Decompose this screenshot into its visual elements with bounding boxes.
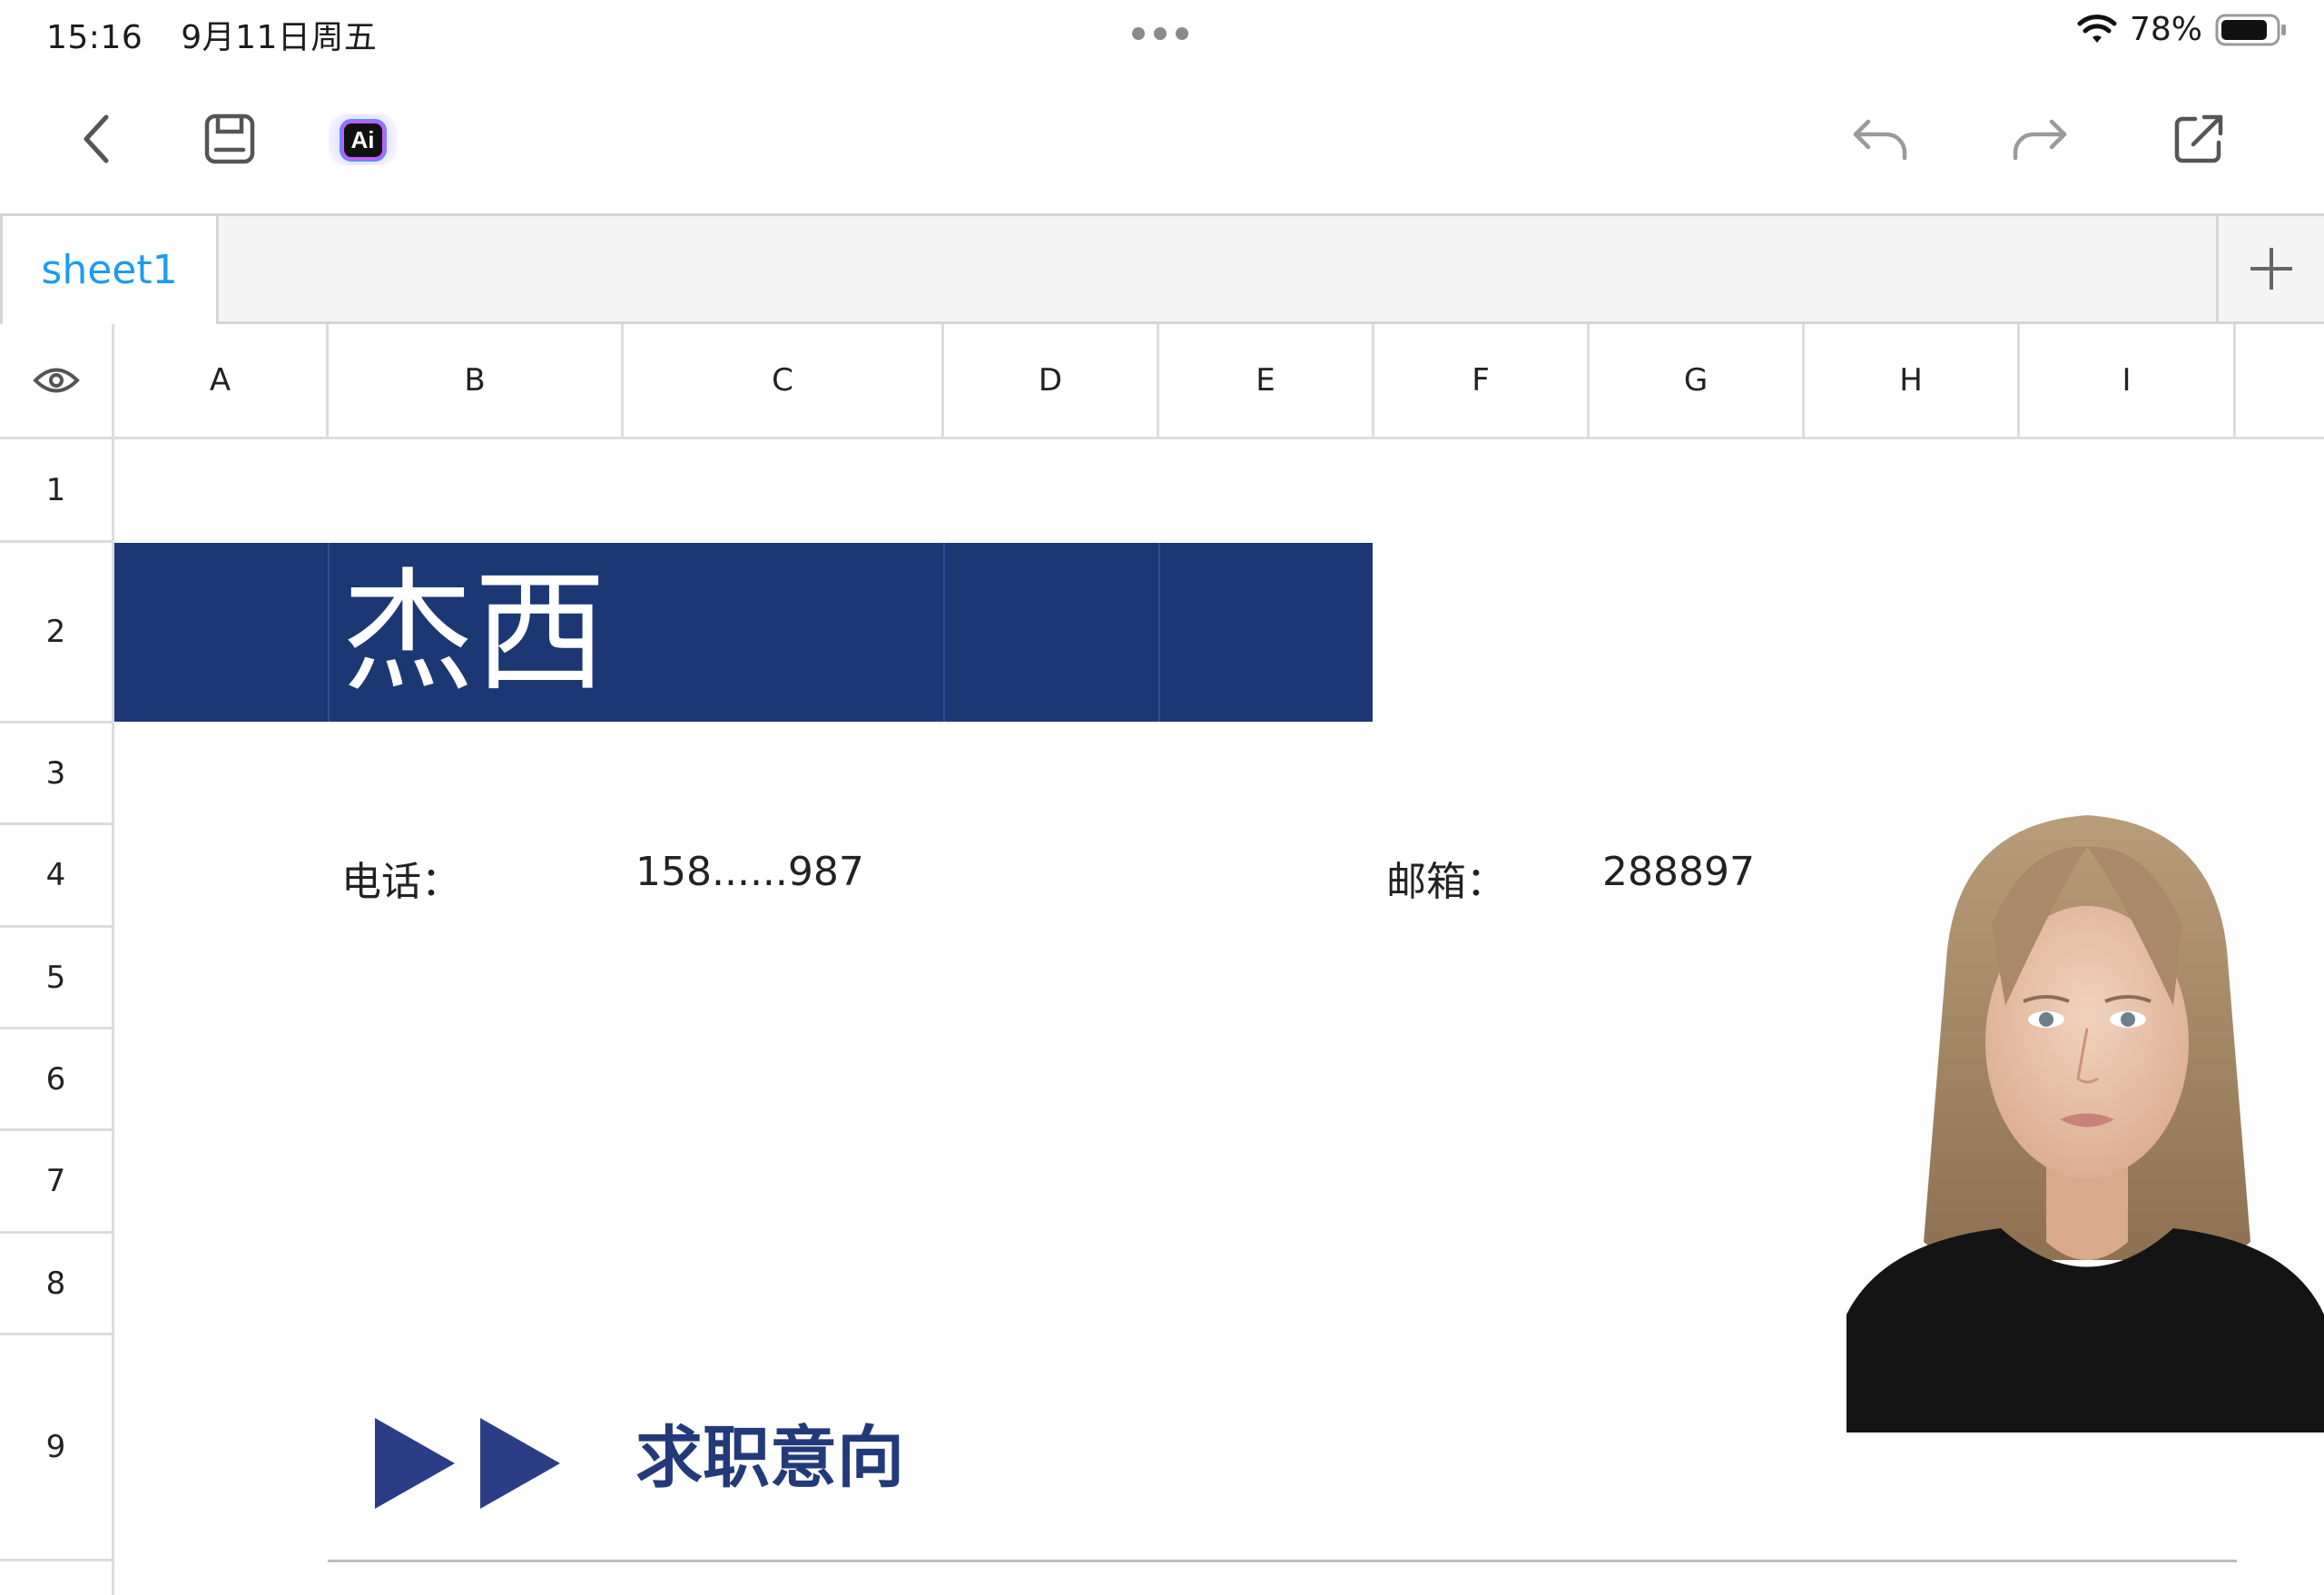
column-header-c[interactable]: C [624,324,944,439]
column-header-d[interactable]: D [944,324,1159,439]
row-header-10[interactable] [0,1561,114,1595]
column-label: C [772,362,793,399]
section-arrows-icon [375,1418,560,1509]
phone-value: 158......987 [635,849,864,895]
row-header-6[interactable]: 6 [0,1029,114,1131]
banner-cell-border [328,543,330,722]
column-header-h[interactable]: H [1805,324,2020,439]
row-label: 4 [45,857,66,893]
battery-percent: 78% [2129,11,2202,48]
ai-icon: Ai [343,123,382,157]
column-label: G [1683,362,1709,399]
column-label: I [2122,362,2132,399]
row-label: 8 [45,1265,66,1302]
column-label: F [1472,362,1490,399]
section-title-job-intention: 求职意向 [635,1419,904,1497]
chevron-left-icon [84,114,109,163]
tab-sheet1[interactable]: sheet1 [0,213,219,324]
column-header-f[interactable]: F [1374,324,1590,439]
redo-icon [2013,119,2067,161]
row-header-5[interactable]: 5 [0,928,114,1029]
column-header-b[interactable]: B [329,324,624,439]
column-header-a[interactable]: A [114,324,329,439]
banner-cell-border [943,543,945,722]
undo-button[interactable] [1848,107,1912,171]
eye-icon [32,368,80,393]
status-time: 15:16 [46,19,143,56]
row-label: 1 [45,471,66,508]
section-divider [328,1560,2237,1562]
row-label: 5 [45,959,66,996]
name-banner[interactable] [114,543,1373,722]
column-header-i[interactable]: I [2020,324,2236,439]
share-icon [2174,114,2223,163]
undo-icon [1853,119,1907,161]
row-header-1[interactable]: 1 [0,439,114,543]
column-header-e[interactable]: E [1159,324,1374,439]
row-label: 9 [45,1429,66,1465]
back-button[interactable] [65,107,129,171]
profile-photo[interactable] [1846,770,2324,1433]
select-all-corner[interactable] [0,324,114,439]
multitasking-dots-icon[interactable] [1132,27,1188,40]
wifi-icon [2077,14,2117,43]
share-button[interactable] [2167,107,2230,171]
row-label: 3 [45,754,66,792]
email-value: 288897 [1602,849,1755,895]
sheet-tab-bar [0,213,2324,324]
status-bar-right: 78% [2077,11,2288,48]
save-icon [204,113,255,164]
ai-assistant-button[interactable]: Ai [329,114,397,165]
plus-icon [2250,248,2292,290]
save-button[interactable] [198,107,261,171]
column-header-j[interactable] [2236,324,2324,439]
tab-label: sheet1 [41,247,178,293]
column-label: A [209,362,231,399]
row-label: 6 [45,1060,66,1098]
email-label: 邮箱： [1386,859,1506,905]
redo-button[interactable] [2008,107,2072,171]
status-bar-time: 15:16 9月11日周五 [46,11,377,58]
column-label: D [1038,362,1063,399]
row-label: 2 [45,614,66,650]
resume-name: 杰西 [341,556,606,710]
add-sheet-button[interactable] [2216,213,2324,324]
column-label: H [1899,362,1923,399]
banner-cell-border [1158,543,1160,722]
row-header-2[interactable]: 2 [0,543,114,724]
row-header-4[interactable]: 4 [0,825,114,928]
row-header-8[interactable]: 8 [0,1234,114,1335]
column-label: B [464,362,486,399]
row-header-7[interactable]: 7 [0,1131,114,1234]
status-date: 9月11日周五 [181,19,378,56]
phone-label: 电话： [341,859,461,905]
battery-icon [2215,14,2286,45]
row-header-3[interactable]: 3 [0,724,114,825]
row-label: 7 [45,1163,66,1199]
column-header-g[interactable]: G [1590,324,1805,439]
row-header-9[interactable]: 9 [0,1335,114,1561]
column-label: E [1256,362,1275,399]
